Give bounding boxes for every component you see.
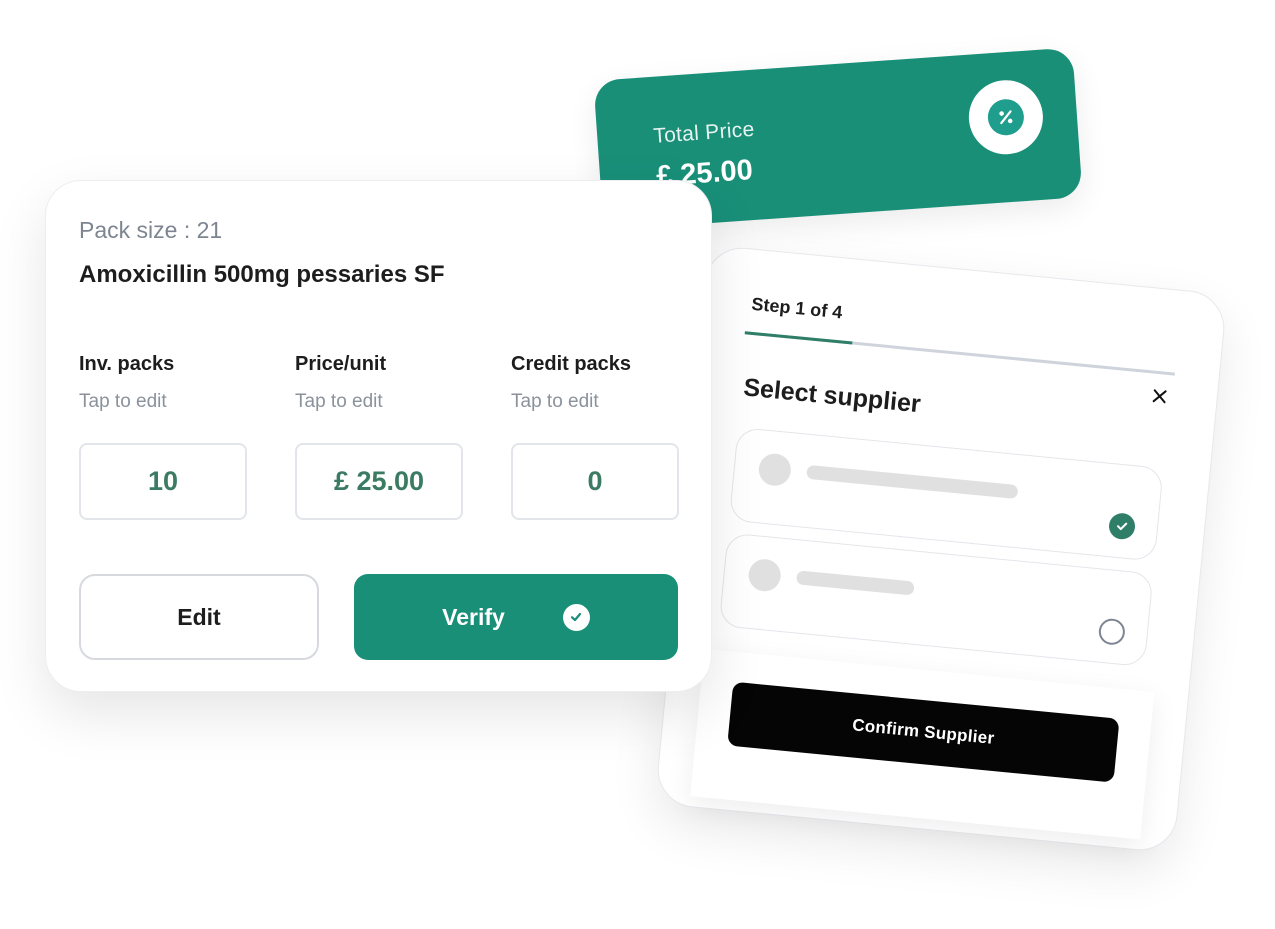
credit-packs-field: Credit packs Tap to edit 0 <box>511 353 679 520</box>
total-price-label: Total Price <box>652 117 756 148</box>
unselected-radio-icon[interactable] <box>1097 617 1127 646</box>
inv-packs-field: Inv. packs Tap to edit 10 <box>79 353 247 520</box>
discount-badge <box>966 77 1046 157</box>
inv-packs-input[interactable]: 10 <box>79 443 247 520</box>
field-label: Inv. packs <box>79 353 175 375</box>
check-icon <box>562 603 590 631</box>
selected-check-icon[interactable] <box>1107 512 1137 541</box>
field-hint: Tap to edit <box>295 391 383 412</box>
select-supplier-heading: Select supplier <box>742 373 922 419</box>
credit-packs-input[interactable]: 0 <box>511 443 679 520</box>
price-unit-input[interactable]: £ 25.00 <box>295 443 463 520</box>
medication-card: Pack size : 21 Amoxicillin 500mg pessari… <box>45 180 712 692</box>
supplier-avatar-placeholder <box>757 452 793 488</box>
supplier-name-placeholder <box>795 570 915 596</box>
field-label: Price/unit <box>295 353 387 375</box>
field-hint: Tap to edit <box>511 391 599 412</box>
verify-button[interactable]: Verify <box>354 574 678 660</box>
supplier-avatar-placeholder <box>747 557 783 593</box>
confirm-supplier-button[interactable]: Confirm Supplier <box>727 681 1120 783</box>
close-icon[interactable] <box>1148 384 1172 408</box>
verify-label: Verify <box>442 603 505 630</box>
step-progress-bar <box>744 331 1175 376</box>
supplier-name-placeholder <box>806 464 1019 500</box>
pack-size: Pack size : 21 <box>79 217 223 243</box>
field-label: Credit packs <box>511 353 632 375</box>
percent-icon <box>986 98 1026 137</box>
step-indicator: Step 1 of 4 <box>750 293 844 323</box>
step-progress-fill <box>744 331 853 345</box>
supplier-selection-card: Step 1 of 4 Select supplier Confirm Supp… <box>654 244 1228 854</box>
confirm-footer: Confirm Supplier <box>690 648 1155 840</box>
field-hint: Tap to edit <box>79 391 167 412</box>
edit-button[interactable]: Edit <box>79 574 319 660</box>
product-name: Amoxicillin 500mg pessaries SF <box>79 261 445 288</box>
price-unit-field: Price/unit Tap to edit £ 25.00 <box>295 353 463 520</box>
